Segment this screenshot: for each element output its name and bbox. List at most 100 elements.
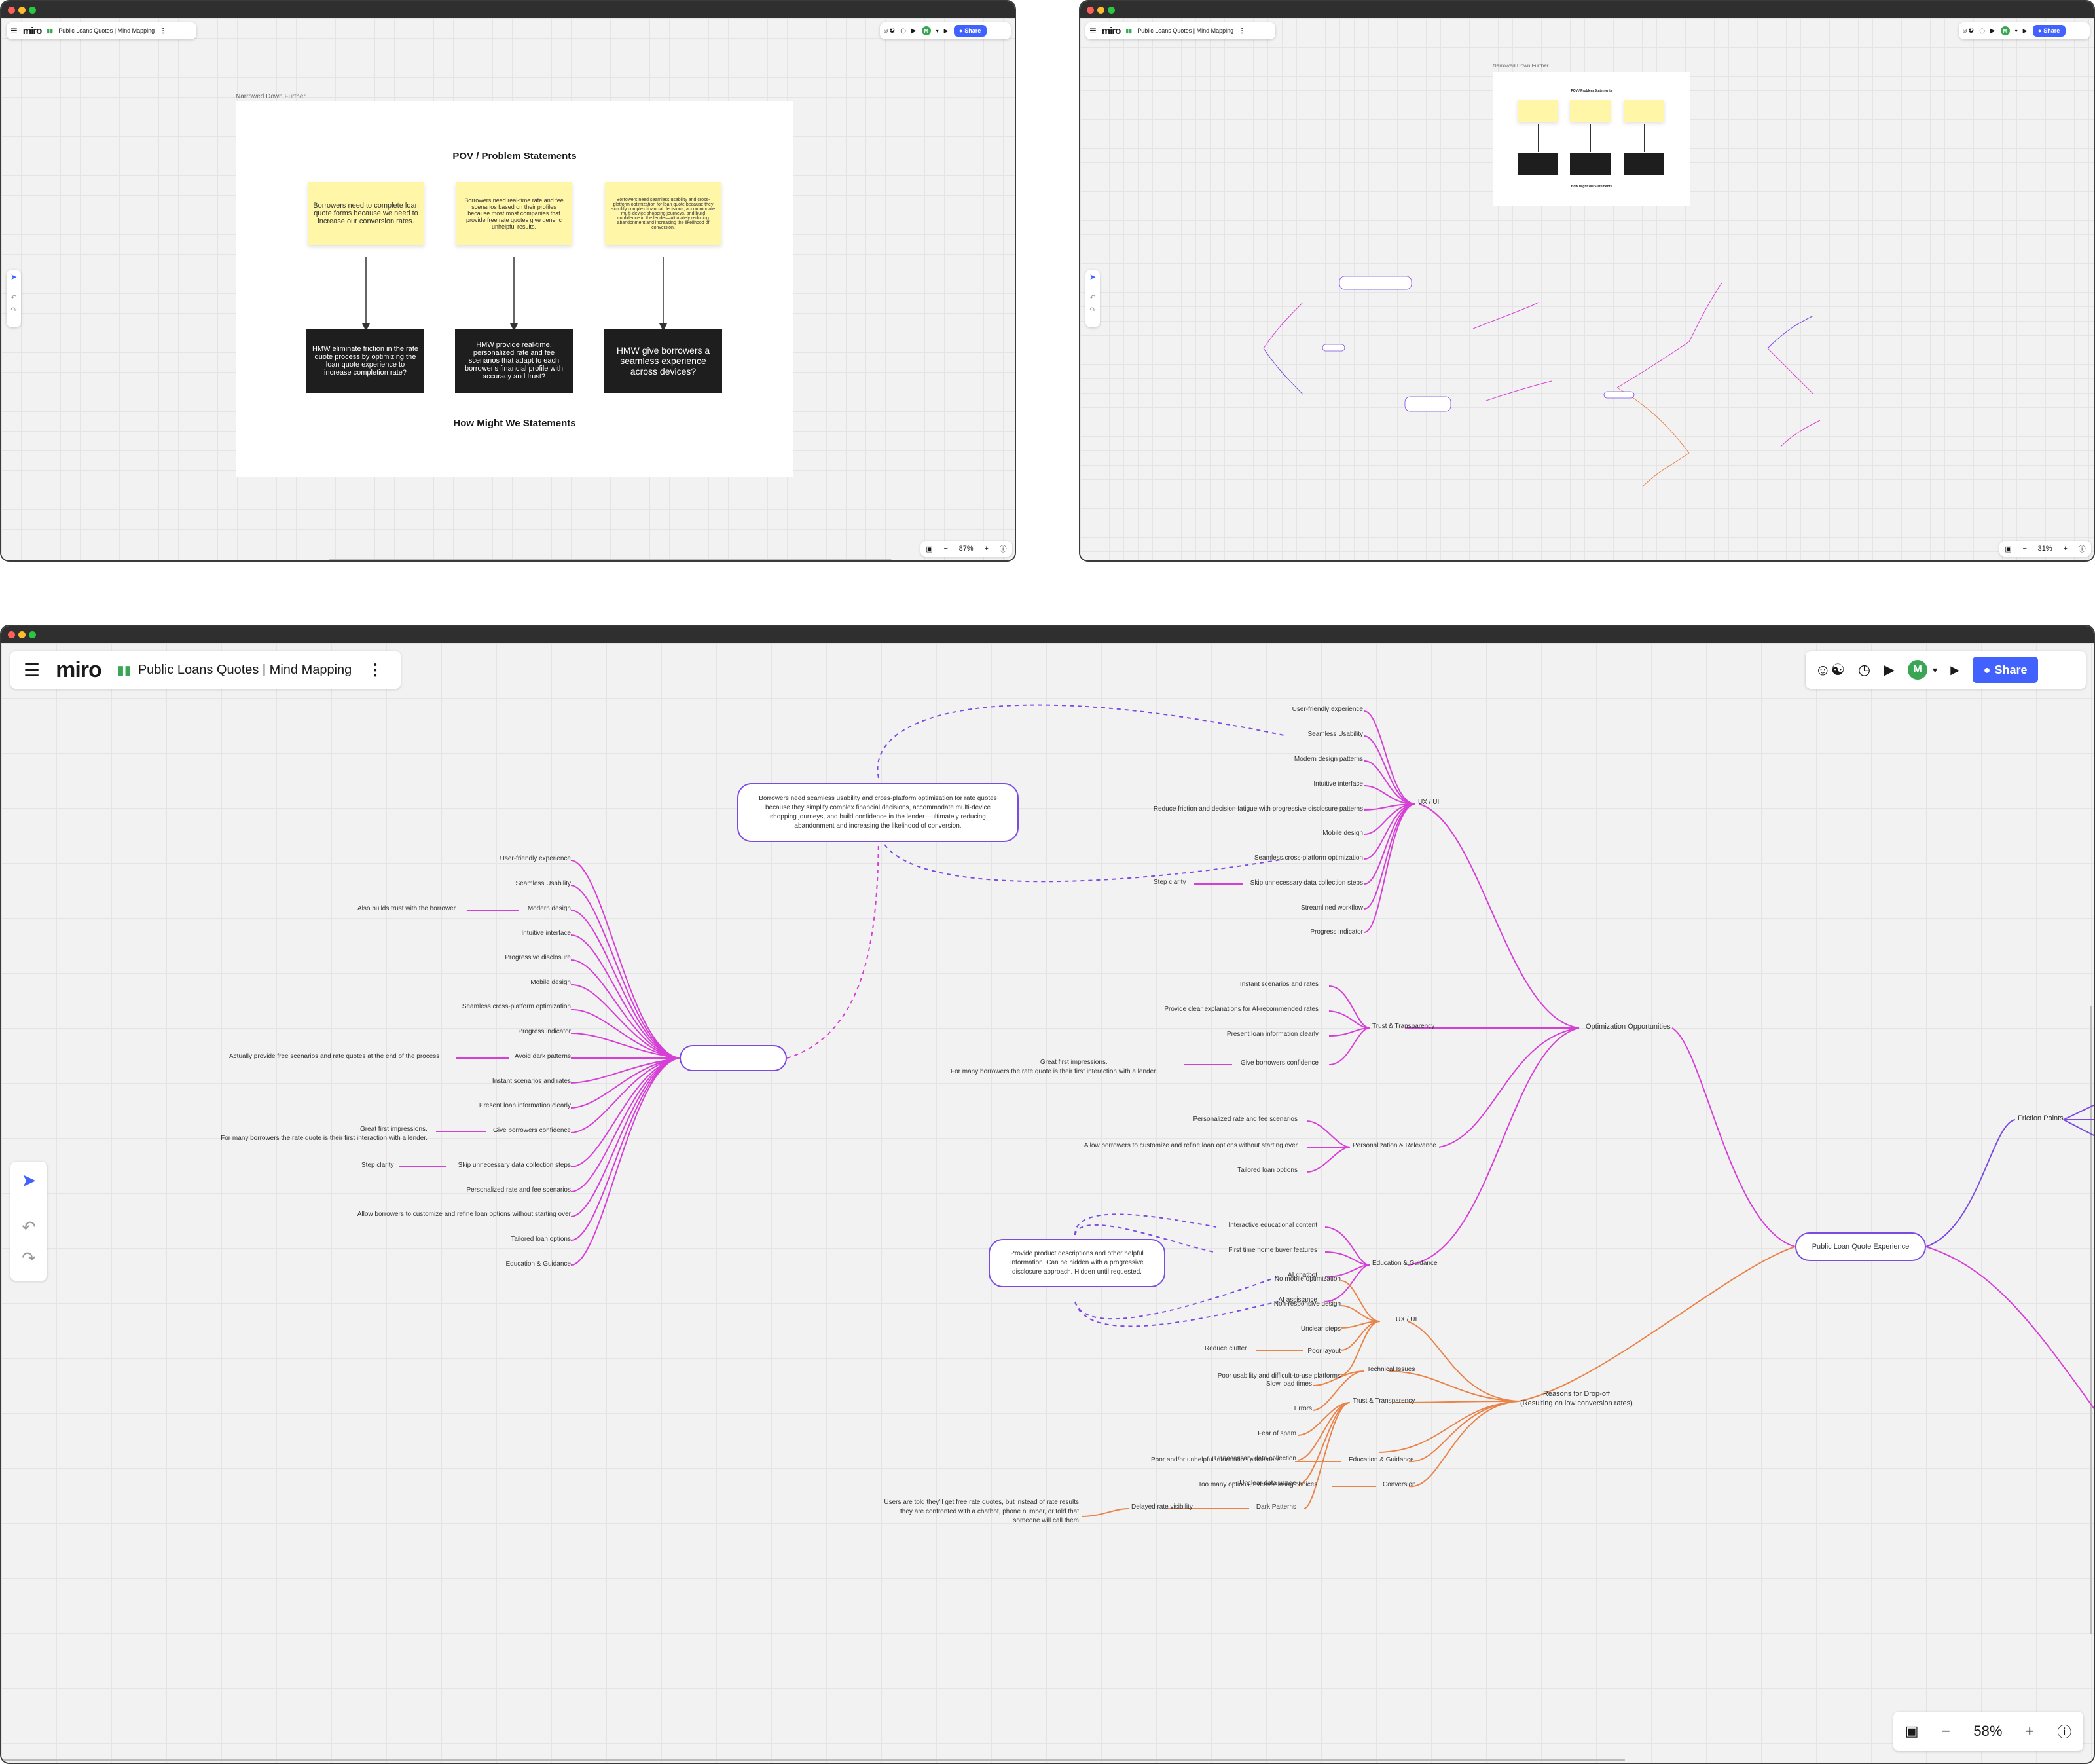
list-item[interactable]: Poor layout <box>1154 1348 1341 1372</box>
drop-ux-node[interactable]: UX / UI <box>1396 1316 1417 1323</box>
list-item[interactable]: User-friendly experience <box>1049 706 1363 731</box>
video-icon[interactable]: ▶ <box>1884 661 1895 678</box>
note-seamless-usability[interactable]: Borrowers need seamless usability and cr… <box>737 783 1019 842</box>
share-button[interactable]: ● Share <box>953 25 987 37</box>
technical-issues-node[interactable]: Technical Issues <box>1367 1366 1415 1373</box>
avatar[interactable]: M <box>921 26 931 35</box>
list-item[interactable]: Errors <box>1180 1405 1312 1430</box>
reactions-icon[interactable]: ☺☯ <box>1815 661 1845 680</box>
step-clarity-label[interactable]: Step clarity <box>1154 879 1186 886</box>
list-item[interactable]: User-friendly experience <box>237 855 571 880</box>
zoom-level[interactable]: 87% <box>959 545 974 553</box>
list-item[interactable]: Provide clear explanations for AI-recomm… <box>1049 1006 1319 1031</box>
list-item[interactable]: Seamless cross-platform optimization <box>1049 854 1363 879</box>
more-vertical-icon[interactable]: ⋮ <box>367 661 383 680</box>
zoom-in-button[interactable]: + <box>984 545 988 553</box>
undo-icon[interactable]: ↶ <box>7 293 21 302</box>
list-item[interactable]: Fear of spam <box>1154 1430 1296 1455</box>
hmw-card-2[interactable]: HMW provide real-time, personalized rate… <box>455 329 573 393</box>
list-item[interactable]: Seamless cross-platform optimization <box>237 1003 571 1028</box>
redo-icon[interactable]: ↷ <box>7 306 21 314</box>
list-item[interactable]: Seamless Usability <box>1049 731 1363 756</box>
help-icon[interactable]: ⓘ <box>1000 543 1007 554</box>
list-item[interactable]: Skip unnecessary data collection steps <box>1049 879 1363 904</box>
step-clarity-left[interactable]: Step clarity <box>361 1162 393 1169</box>
users-told-note[interactable]: Users are told they'll get free rate quo… <box>879 1498 1079 1526</box>
hamburger-icon[interactable]: ☰ <box>24 659 40 681</box>
delayed-rate-visibility[interactable]: Delayed rate visibility <box>1131 1503 1193 1511</box>
minimize-window-icon[interactable] <box>18 631 26 638</box>
reduce-clutter-label[interactable]: Reduce clutter <box>1205 1345 1247 1352</box>
list-item[interactable]: Education & Guidance <box>237 1260 571 1285</box>
sticky-note-2[interactable]: Borrowers need real-time rate and fee sc… <box>456 182 572 245</box>
list-item[interactable]: Seamless Usability <box>237 880 571 905</box>
trust-node[interactable]: Trust & Transparency <box>1372 1023 1434 1030</box>
list-item[interactable]: Non-responsive design <box>1154 1300 1341 1325</box>
mini-note-top[interactable] <box>1339 276 1412 290</box>
list-item[interactable]: Tailored loan options <box>983 1167 1298 1192</box>
list-item[interactable]: Progress indicator <box>1049 928 1363 953</box>
present-icon[interactable]: ▶ <box>1950 663 1959 677</box>
mini-note-edu[interactable] <box>1404 396 1451 412</box>
vertical-scrollbar[interactable] <box>2090 1006 2092 1634</box>
friction-node[interactable]: Friction Points <box>2018 1114 2064 1122</box>
list-item[interactable]: Progressive disclosure <box>237 954 571 979</box>
fit-to-screen-icon[interactable]: ▣ <box>926 545 932 553</box>
fit-to-screen-icon[interactable]: ▣ <box>1905 1723 1919 1740</box>
select-tool-icon[interactable]: ➤ <box>10 1169 47 1191</box>
close-window-icon[interactable] <box>8 7 15 14</box>
list-item[interactable]: No mobile optimization <box>1154 1276 1341 1300</box>
reactions-icon[interactable]: ☺☯ <box>883 28 895 35</box>
drop-trust-node[interactable]: Trust & Transparency <box>1353 1397 1415 1405</box>
list-item[interactable]: Mobile design <box>1049 830 1363 854</box>
drop-edu-node[interactable]: Education & Guidance <box>1349 1456 1414 1463</box>
list-item[interactable]: Personalized rate and fee scenarios <box>237 1186 571 1211</box>
more-vertical-icon[interactable]: ⋮ <box>160 28 166 35</box>
undo-icon[interactable]: ↶ <box>10 1217 47 1238</box>
drop-conv-node[interactable]: Conversion <box>1383 1481 1416 1488</box>
hamburger-icon[interactable]: ☰ <box>10 26 18 35</box>
list-item[interactable]: Skip unnecessary data collection steps <box>237 1162 571 1186</box>
zoom-out-button[interactable]: − <box>944 545 948 553</box>
minimize-window-icon[interactable] <box>18 7 26 14</box>
list-item[interactable]: Personalized rate and fee scenarios <box>983 1116 1298 1142</box>
list-item[interactable]: Streamlined workflow <box>1049 904 1363 928</box>
root-node[interactable]: Public Loan Quote Experience <box>1795 1232 1926 1261</box>
list-item[interactable]: Intuitive interface <box>1049 781 1363 805</box>
personalization-node[interactable]: Personalization & Relevance <box>1353 1142 1436 1149</box>
list-item[interactable]: Modern design patterns <box>1049 756 1363 781</box>
list-item[interactable]: Allow borrowers to customize and refine … <box>237 1211 571 1236</box>
board-title[interactable]: Public Loans Quotes | Mind Mapping <box>58 28 155 34</box>
conversion-optimization-node[interactable] <box>680 1045 787 1071</box>
present-icon[interactable]: ▶ <box>944 28 949 35</box>
mini-root[interactable] <box>1603 391 1635 399</box>
help-icon[interactable]: ⓘ <box>2057 1721 2071 1742</box>
avatar[interactable]: M <box>1908 660 1928 680</box>
mini-conversion[interactable] <box>1322 344 1345 352</box>
maximize-window-icon[interactable] <box>29 631 36 638</box>
zoom-in-button[interactable]: + <box>2026 1723 2034 1740</box>
drop-conv-item[interactable]: Too many options, overwhelming choices <box>1198 1481 1317 1488</box>
maximize-window-icon[interactable] <box>29 7 36 14</box>
list-item[interactable]: Present loan information clearly <box>1049 1031 1319 1059</box>
list-item[interactable]: Instant scenarios and rates <box>1049 981 1319 1006</box>
optimization-node[interactable]: Optimization Opportunities <box>1586 1023 1671 1031</box>
sticky-note-3[interactable]: Borrowers need seamless usability and cr… <box>605 182 721 245</box>
dropoff-node[interactable]: Reasons for Drop-off (Resulting on low c… <box>1520 1389 1633 1408</box>
chevron-down-icon[interactable]: ▾ <box>936 28 939 34</box>
mindmap-overview[interactable] <box>1080 1 2095 562</box>
list-item[interactable]: Allow borrowers to customize and refine … <box>983 1142 1298 1167</box>
education-node[interactable]: Education & Guidance <box>1372 1260 1438 1267</box>
share-button[interactable]: ● Share <box>1973 657 2039 683</box>
timer-icon[interactable]: ◷ <box>900 28 906 35</box>
actually-provide-free[interactable]: Actually provide free scenarios and rate… <box>229 1053 439 1060</box>
redo-icon[interactable]: ↷ <box>10 1248 47 1268</box>
list-item[interactable]: Mobile design <box>237 979 571 1003</box>
list-item[interactable]: Interactive educational content <box>1114 1222 1317 1247</box>
sticky-note-1[interactable]: Borrowers need to complete loan quote fo… <box>308 182 424 245</box>
also-builds-trust[interactable]: Also builds trust with the borrower <box>357 905 456 912</box>
list-item[interactable]: Slow load times <box>1180 1380 1312 1405</box>
list-item[interactable]: First time home buyer features <box>1114 1247 1317 1272</box>
zoom-level[interactable]: 58% <box>1973 1723 2002 1740</box>
pov-frame[interactable]: POV / Problem Statements Borrowers need … <box>236 101 793 477</box>
